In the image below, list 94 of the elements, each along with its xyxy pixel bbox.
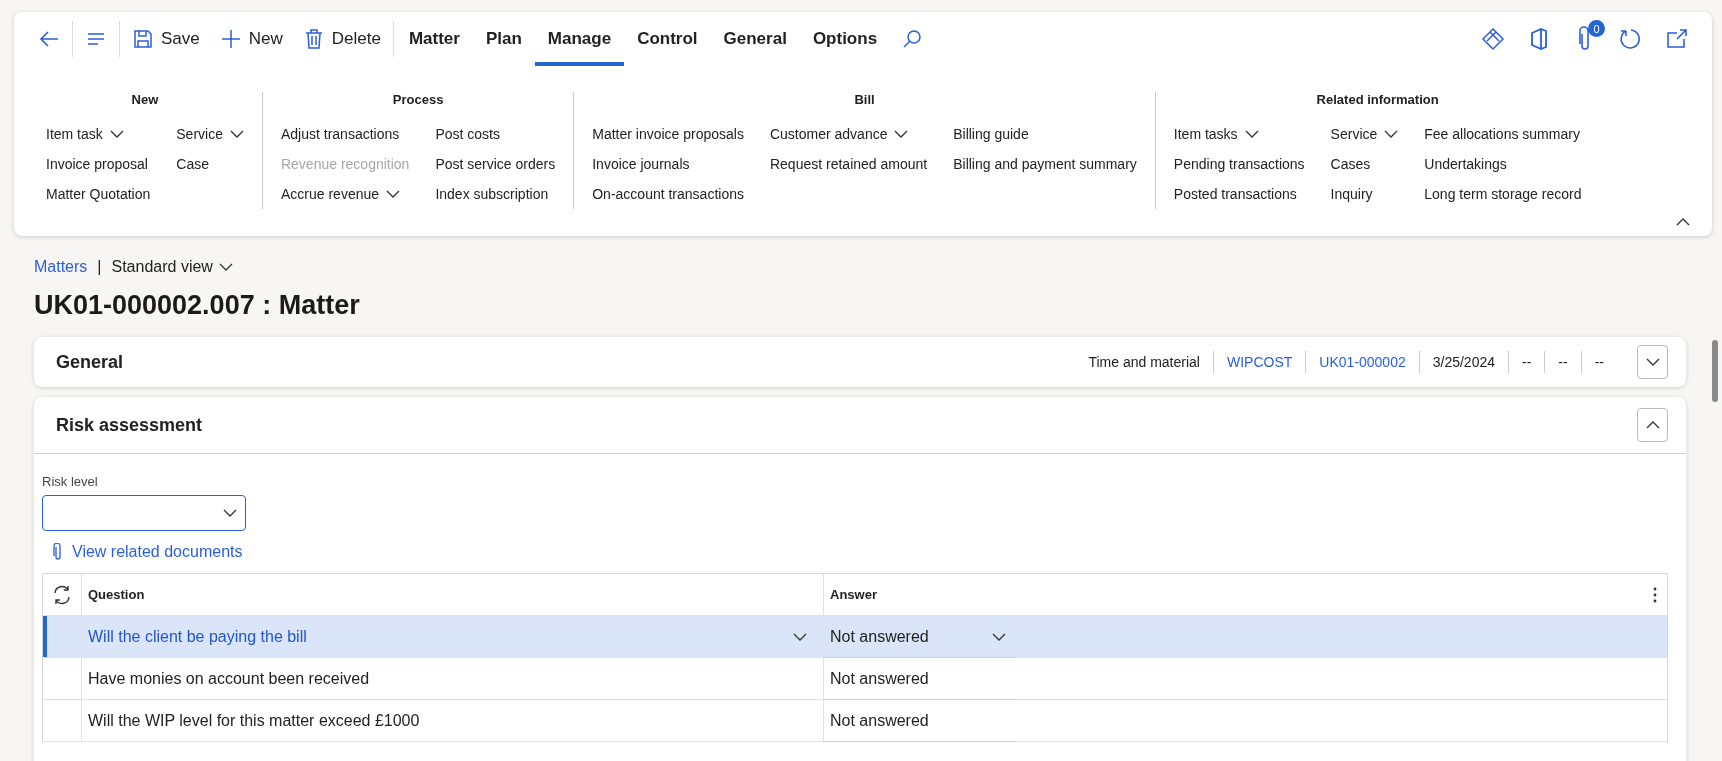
breadcrumb-separator: | [97, 258, 102, 276]
ribbon-tab[interactable]: General [710, 12, 800, 66]
collapse-section-button[interactable] [1637, 408, 1668, 442]
diamond-icon [1481, 27, 1505, 51]
question-cell[interactable]: Will the WIP level for this matter exceed £1000 [81, 700, 823, 741]
question-cell[interactable]: Will the client be paying the bill [81, 616, 823, 657]
related-documents-link[interactable]: View related documents [72, 543, 243, 561]
chevron-down-icon [894, 130, 909, 138]
chevron-down-icon [223, 509, 237, 517]
ribbon-item[interactable]: Cases [1330, 149, 1399, 179]
chevron-down-icon [1244, 130, 1259, 138]
grid-row[interactable]: Have monies on account been received Not answered [43, 658, 1667, 700]
ribbon-item[interactable]: Item task [46, 119, 151, 149]
breadcrumb-link[interactable]: Matters [34, 258, 88, 276]
collapse-ribbon-button[interactable] [1674, 216, 1692, 228]
answer-cell[interactable]: Not answered [823, 616, 1016, 658]
grid-row[interactable]: Will the WIP level for this matter exceed £1000 Not answered [43, 700, 1667, 742]
field-label: Risk level [42, 474, 99, 489]
chevron-up-icon [1645, 421, 1660, 429]
summary-link[interactable]: WIPCOST [1212, 351, 1306, 373]
chevron-down-icon [109, 130, 124, 138]
ribbon-item[interactable]: Fee allocations summary [1424, 119, 1582, 149]
summary-value: Time and material [1087, 353, 1201, 372]
ribbon-item[interactable]: Accrue revenue [280, 179, 410, 209]
search-icon [901, 28, 924, 50]
risk-level-dropdown[interactable] [42, 495, 246, 531]
ribbon-item[interactable]: Post costs [435, 119, 556, 149]
chevron-up-icon [1676, 218, 1690, 226]
save-button[interactable]: Save [122, 20, 210, 58]
ribbon-item[interactable]: Billing guide [953, 119, 1137, 149]
ribbon-item[interactable]: Item tasks [1173, 119, 1305, 149]
plus-icon [219, 28, 242, 50]
save-icon [132, 28, 154, 50]
group-title: Process [392, 92, 444, 107]
column-header[interactable]: Question [81, 574, 823, 615]
column-header[interactable]: Answer [830, 587, 877, 602]
group-title: Bill [854, 92, 875, 107]
chevron-down-icon [218, 263, 233, 271]
answer-cell[interactable]: Not answered [823, 700, 1016, 742]
chevron-down-icon [1645, 358, 1660, 366]
chevron-down-icon [992, 632, 1006, 641]
chevron-down-icon [793, 632, 807, 641]
chevron-down-icon [1384, 130, 1399, 138]
refresh-icon[interactable] [51, 583, 73, 606]
ribbon-item[interactable]: Adjust transactions [280, 119, 410, 149]
ribbon-item[interactable]: Undertakings [1424, 149, 1582, 179]
more-options-icon[interactable] [1653, 586, 1657, 603]
ribbon-item[interactable]: Service [1330, 119, 1399, 149]
ribbon-item[interactable]: Invoice journals [592, 149, 744, 179]
summary-link[interactable]: UK01-000002 [1305, 351, 1419, 373]
refresh-icon [1619, 27, 1643, 51]
delete-button[interactable]: Delete [292, 20, 391, 58]
attachment-count-badge: 0 [1588, 20, 1605, 37]
summary-value: -- [1508, 351, 1545, 373]
view-selector[interactable]: Standard view [111, 258, 233, 276]
ribbon-item[interactable]: Long term storage record [1424, 179, 1582, 209]
section-title: General [56, 351, 125, 373]
ribbon-item[interactable]: Invoice proposal [46, 149, 151, 179]
ribbon-tab[interactable]: Plan [472, 12, 535, 66]
ribbon-item[interactable]: Post service orders [435, 149, 556, 179]
attachments-button[interactable]: 0 [1562, 20, 1608, 58]
ribbon-item[interactable]: Posted transactions [1173, 179, 1305, 209]
chevron-down-icon [229, 130, 244, 138]
scrollbar-thumb[interactable] [1712, 340, 1718, 402]
ribbon-item[interactable]: Customer advance [769, 119, 928, 149]
summary-value: 3/25/2024 [1418, 351, 1508, 373]
new-button[interactable]: New [209, 20, 293, 58]
pop-out-icon [1665, 27, 1689, 51]
ribbon-item[interactable]: On-account transactions [592, 179, 744, 209]
ribbon-tab[interactable]: Matter [395, 12, 473, 66]
ribbon-item[interactable]: Pending transactions [1173, 149, 1305, 179]
ribbon-tab[interactable]: Options [799, 12, 891, 66]
section-title: Risk assessment [56, 414, 204, 436]
ribbon-tab[interactable]: Control [624, 12, 711, 66]
ribbon-item[interactable]: Matter Quotation [46, 179, 151, 209]
chevron-down-icon [386, 190, 401, 198]
ribbon-item[interactable]: Request retained amount [769, 149, 928, 179]
group-title: Related information [1316, 92, 1439, 107]
ribbon-item[interactable]: Index subscription [435, 179, 556, 209]
ribbon-item[interactable]: Matter invoice proposals [592, 119, 744, 149]
question-cell[interactable]: Have monies on account been received [81, 658, 823, 699]
ribbon-tab[interactable]: Manage [534, 12, 625, 66]
summary-value: -- [1544, 351, 1581, 373]
page-title: UK01-000002.007 : Matter [34, 290, 361, 321]
ribbon-item[interactable]: Billing and payment summary [953, 149, 1137, 179]
expand-section-button[interactable] [1637, 345, 1668, 379]
ribbon-item[interactable]: Service [176, 119, 244, 149]
ribbon-item[interactable]: Case [176, 149, 244, 179]
grid-row[interactable]: Will the client be paying the bill Not answered [43, 616, 1667, 658]
group-title: New [131, 92, 159, 107]
answer-cell[interactable]: Not answered [823, 658, 1016, 700]
ribbon-item[interactable]: Inquiry [1330, 179, 1399, 209]
summary-value: -- [1580, 351, 1617, 373]
paperclip-icon [52, 543, 64, 561]
